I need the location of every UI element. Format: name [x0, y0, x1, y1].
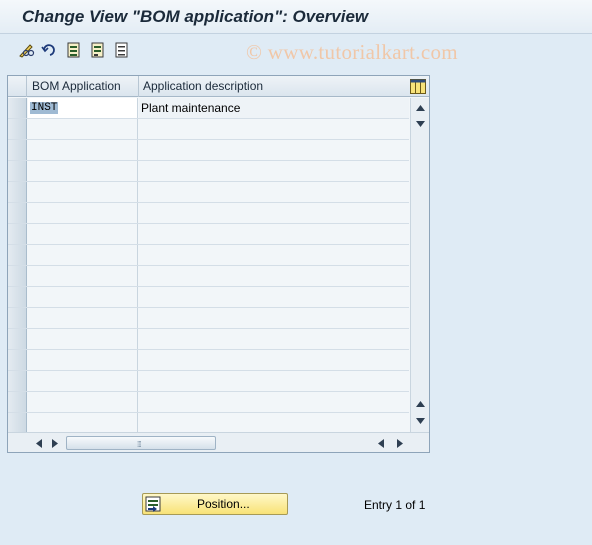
row-selector[interactable]	[8, 413, 27, 433]
title-bar: Change View "BOM application": Overview	[0, 0, 592, 34]
scroll-right-icon[interactable]	[48, 436, 62, 450]
scroll-left-icon[interactable]	[32, 436, 46, 450]
bom-application-cell[interactable]	[28, 140, 138, 160]
table-row[interactable]	[8, 350, 409, 371]
table-row[interactable]	[8, 392, 409, 413]
row-selector[interactable]	[8, 392, 27, 412]
bom-application-cell[interactable]	[28, 182, 138, 202]
row-selector[interactable]	[8, 161, 27, 181]
row-selector[interactable]	[8, 350, 27, 370]
row-selector[interactable]	[8, 224, 27, 244]
description-cell	[139, 287, 409, 307]
table-row[interactable]	[8, 119, 409, 140]
row-selector[interactable]	[8, 182, 27, 202]
table-row[interactable]	[8, 266, 409, 287]
position-icon	[145, 496, 161, 512]
bom-application-cell[interactable]	[28, 224, 138, 244]
select-all-cell[interactable]	[8, 76, 27, 97]
description-cell	[139, 140, 409, 160]
undo-icon[interactable]	[41, 41, 59, 59]
page-up-icon[interactable]	[413, 116, 428, 131]
bom-application-cell[interactable]	[28, 266, 138, 286]
select-all-icon[interactable]	[65, 41, 83, 59]
row-selector[interactable]	[8, 203, 27, 223]
bom-application-value: INST	[30, 102, 59, 114]
column-header-bom-application[interactable]: BOM Application	[28, 76, 139, 97]
entry-counter: Entry 1 of 1	[364, 498, 426, 512]
description-cell	[139, 371, 409, 391]
bom-application-cell[interactable]	[28, 392, 138, 412]
bom-application-cell[interactable]	[28, 287, 138, 307]
description-cell	[139, 119, 409, 139]
description-value: Plant maintenance	[141, 101, 241, 115]
scroll-up-icon[interactable]	[413, 100, 428, 115]
watermark: © www.tutorialkart.com	[246, 40, 458, 64]
bom-application-cell[interactable]	[28, 203, 138, 223]
bom-application-table: BOM Application Application description …	[7, 75, 430, 453]
description-cell	[139, 392, 409, 412]
scroll-left-end-icon[interactable]	[374, 436, 388, 450]
bom-application-cell[interactable]	[28, 413, 138, 433]
page-down-icon[interactable]	[413, 396, 428, 411]
row-selector[interactable]	[8, 119, 27, 139]
bom-application-cell[interactable]	[28, 161, 138, 181]
table-header: BOM Application Application description	[8, 76, 429, 97]
select-block-icon[interactable]	[89, 41, 107, 59]
bom-application-cell[interactable]	[28, 119, 138, 139]
table-row[interactable]	[8, 203, 409, 224]
row-selector[interactable]	[8, 266, 27, 286]
horizontal-scrollbar[interactable]: ⁞⁞⁞	[8, 432, 429, 452]
bom-application-cell[interactable]	[28, 350, 138, 370]
row-selector[interactable]	[8, 308, 27, 328]
bom-application-cell[interactable]	[28, 329, 138, 349]
table-row[interactable]	[8, 413, 409, 434]
bom-application-cell[interactable]	[28, 308, 138, 328]
description-cell	[139, 266, 409, 286]
position-button-label: Position...	[197, 497, 250, 511]
row-selector[interactable]	[8, 98, 27, 118]
table-settings-icon[interactable]	[410, 79, 426, 94]
table-body: INST Plant maintenance	[8, 98, 409, 434]
description-cell: Plant maintenance	[139, 98, 409, 118]
description-cell	[139, 308, 409, 328]
table-row[interactable]	[8, 329, 409, 350]
description-cell	[139, 203, 409, 223]
scroll-down-icon[interactable]	[413, 413, 428, 428]
table-row[interactable]	[8, 224, 409, 245]
table-row[interactable]	[8, 140, 409, 161]
row-selector[interactable]	[8, 245, 27, 265]
row-selector[interactable]	[8, 140, 27, 160]
description-cell	[139, 413, 409, 433]
column-header-application-description[interactable]: Application description	[139, 76, 409, 97]
bom-application-cell[interactable]: INST	[28, 98, 138, 118]
description-cell	[139, 161, 409, 181]
row-selector[interactable]	[8, 287, 27, 307]
vertical-scrollbar[interactable]	[410, 98, 429, 432]
position-button[interactable]: Position...	[142, 493, 288, 515]
row-selector[interactable]	[8, 371, 27, 391]
row-selector[interactable]	[8, 329, 27, 349]
pencil-glasses-icon[interactable]	[18, 41, 36, 59]
description-cell	[139, 182, 409, 202]
table-row[interactable]: INST Plant maintenance	[8, 98, 409, 119]
description-cell	[139, 224, 409, 244]
bom-application-cell[interactable]	[28, 245, 138, 265]
table-row[interactable]	[8, 182, 409, 203]
table-row[interactable]	[8, 161, 409, 182]
table-row[interactable]	[8, 308, 409, 329]
table-row[interactable]	[8, 371, 409, 392]
deselect-all-icon[interactable]	[113, 41, 131, 59]
description-cell	[139, 245, 409, 265]
grip-icon: ⁞⁞⁞	[137, 440, 142, 449]
table-row[interactable]	[8, 287, 409, 308]
page-title: Change View "BOM application": Overview	[22, 7, 369, 26]
horizontal-scroll-thumb[interactable]: ⁞⁞⁞	[66, 436, 216, 450]
bom-application-cell[interactable]	[28, 371, 138, 391]
table-row[interactable]	[8, 245, 409, 266]
scroll-right-end-icon[interactable]	[393, 436, 407, 450]
description-cell	[139, 329, 409, 349]
description-cell	[139, 350, 409, 370]
